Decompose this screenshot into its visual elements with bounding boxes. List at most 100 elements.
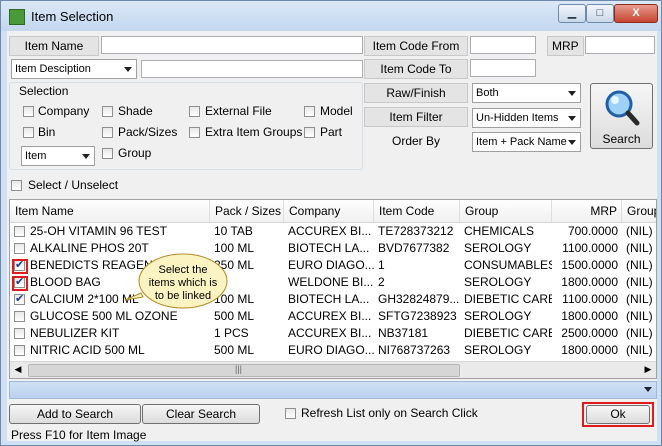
cell-group: SEROLOGY xyxy=(464,275,532,289)
highlight-checkbox-1 xyxy=(12,259,28,274)
pack-sizes-checkbox[interactable] xyxy=(102,127,113,138)
chevron-down-icon xyxy=(82,154,90,159)
row-checkbox[interactable] xyxy=(14,292,25,305)
window-title: Item Selection xyxy=(31,9,114,24)
cell-item-name: NEBULIZER KIT xyxy=(30,326,120,340)
item-name-input[interactable] xyxy=(101,36,363,54)
grid-header: Item Name Pack / Sizes Company Item Code… xyxy=(10,200,656,223)
item-description-combo[interactable]: Item Desciption xyxy=(11,59,137,79)
scroll-right-icon[interactable]: ▶ xyxy=(640,362,656,377)
cell-group-2: (NIL) xyxy=(626,258,653,272)
pack-sizes-label: Pack/Sizes xyxy=(118,125,178,139)
chevron-down-icon xyxy=(568,116,576,121)
search-button[interactable]: Search xyxy=(590,83,653,149)
cell-item-code: 1 xyxy=(378,258,385,272)
group-checkbox[interactable] xyxy=(102,148,113,159)
item-filter-label: Item Filter xyxy=(364,107,468,127)
row-checkbox[interactable] xyxy=(14,226,25,237)
item-code-to-input[interactable] xyxy=(470,59,536,77)
app-icon xyxy=(9,9,25,25)
client-area: Item Name Item Code From MRP Item Descip… xyxy=(7,31,657,442)
table-row[interactable]: NITRIC ACID 500 ML 500 ML EURO DIAGO... NI7… xyxy=(10,342,656,359)
table-row[interactable]: CALCIUM 2*100 ML100 MLBIOTECH LA...GH328… xyxy=(10,291,656,308)
item-grid[interactable]: Item Name Pack / Sizes Company Item Code… xyxy=(9,199,657,379)
table-row[interactable]: NEBULIZER KIT 1 PCS ACCUREX BI... NB37181 DI… xyxy=(10,325,656,342)
row-checkbox[interactable] xyxy=(14,243,25,254)
item-code-from-label: Item Code From xyxy=(364,36,468,56)
callout-text: Select the items which is to be linked xyxy=(148,264,218,302)
cell-group-2: (NIL) xyxy=(626,326,653,340)
external-file-checkbox[interactable] xyxy=(189,106,200,117)
refresh-only-checkbox[interactable] xyxy=(285,408,296,419)
extra-item-groups-checkbox[interactable] xyxy=(189,127,200,138)
chevron-down-icon xyxy=(568,91,576,96)
cell-item-code: 2 xyxy=(378,275,385,289)
selection-type-combo[interactable]: Item xyxy=(21,146,95,166)
group-label: Group xyxy=(118,146,152,160)
cell-mrp: 1500.0000 xyxy=(561,258,618,272)
cell-company: ACCUREX BI... xyxy=(288,224,372,238)
clear-search-button[interactable]: Clear Search xyxy=(142,404,260,424)
shade-checkbox[interactable] xyxy=(102,106,113,117)
company-checkbox[interactable] xyxy=(23,106,34,117)
mrp-input[interactable] xyxy=(585,36,655,54)
col-item-name[interactable]: Item Name xyxy=(10,200,210,222)
horizontal-scrollbar[interactable]: ◀ ||| ▶ xyxy=(10,361,656,378)
cell-company: EURO DIAGO... xyxy=(288,343,374,357)
minimize-button[interactable]: ▁ xyxy=(558,4,586,23)
cell-item-name: NITRIC ACID 500 ML xyxy=(30,343,145,357)
cell-group: SEROLOGY xyxy=(464,241,532,255)
ok-button[interactable]: Ok xyxy=(586,405,650,424)
scroll-thumb[interactable] xyxy=(28,364,460,377)
col-mrp[interactable]: MRP xyxy=(552,200,622,222)
item-filter-value: Un-Hidden Items xyxy=(476,112,559,124)
col-group-2[interactable]: Group xyxy=(622,200,656,222)
cell-company: ACCUREX BI... xyxy=(288,309,372,323)
cell-group: DIEBETIC CARE xyxy=(464,292,552,306)
item-filter-combo[interactable]: Un-Hidden Items xyxy=(472,108,581,128)
cell-mrp: 1100.0000 xyxy=(562,241,618,255)
model-checkbox[interactable] xyxy=(304,106,315,117)
model-label: Model xyxy=(320,104,353,118)
maximize-button[interactable]: □ xyxy=(586,4,614,23)
part-checkbox[interactable] xyxy=(304,127,315,138)
cell-mrp: 1800.0000 xyxy=(561,309,618,323)
add-to-search-button[interactable]: Add to Search xyxy=(9,404,141,424)
table-row[interactable]: 25-OH VITAMIN 96 TEST 10 TAB ACCUREX BI...… xyxy=(10,223,656,240)
external-file-label: External File xyxy=(205,104,272,118)
cell-company: BIOTECH LA... xyxy=(288,241,370,255)
table-row[interactable]: GLUCOSE 500 ML OZONE 500 ML ACCUREX BI... S… xyxy=(10,308,656,325)
cell-company: BIOTECH LA... xyxy=(288,292,370,306)
cell-group: CHEMICALS xyxy=(464,224,535,238)
raw-finish-combo[interactable]: Both xyxy=(472,83,581,103)
close-button[interactable]: X xyxy=(614,4,658,23)
search-icon xyxy=(605,90,640,126)
cell-item-code: NI768737263 xyxy=(378,343,451,357)
cell-group: CONSUMABLES xyxy=(464,258,552,272)
bin-checkbox[interactable] xyxy=(23,127,34,138)
cell-mrp: 1800.0000 xyxy=(561,343,618,357)
highlight-checkbox-2 xyxy=(12,276,28,291)
item-description-input[interactable] xyxy=(141,60,363,78)
table-row[interactable]: BENEDICTS REAGENT250 MLEURO DIAGO...1CON… xyxy=(10,257,656,274)
row-checkbox[interactable] xyxy=(14,345,25,356)
extra-item-groups-label: Extra Item Groups xyxy=(205,125,303,139)
cell-group-2: (NIL) xyxy=(626,309,653,323)
item-description-value: Item Desciption xyxy=(15,63,91,75)
row-checkbox[interactable] xyxy=(14,328,25,339)
row-checkbox[interactable] xyxy=(14,311,25,322)
scroll-left-icon[interactable]: ◀ xyxy=(10,362,26,377)
table-row[interactable]: ALKALINE PHOS 20T 100 ML BIOTECH LA... BVD7… xyxy=(10,240,656,257)
col-pack-sizes[interactable]: Pack / Sizes xyxy=(210,200,284,222)
col-group[interactable]: Group xyxy=(460,200,552,222)
filter-bar[interactable] xyxy=(9,381,657,399)
item-code-from-input[interactable] xyxy=(470,36,536,54)
select-unselect-label: Select / Unselect xyxy=(28,178,119,192)
col-item-code[interactable]: Item Code xyxy=(374,200,460,222)
col-company[interactable]: Company xyxy=(284,200,374,222)
cell-company: ACCUREX BI... xyxy=(288,326,372,340)
table-row[interactable]: BLOOD BAGWELDONE BI...2SEROLOGY1800.0000… xyxy=(10,274,656,291)
raw-finish-value: Both xyxy=(476,87,499,99)
order-by-combo[interactable]: Item + Pack Name xyxy=(472,132,581,152)
select-unselect-checkbox[interactable] xyxy=(11,180,22,191)
